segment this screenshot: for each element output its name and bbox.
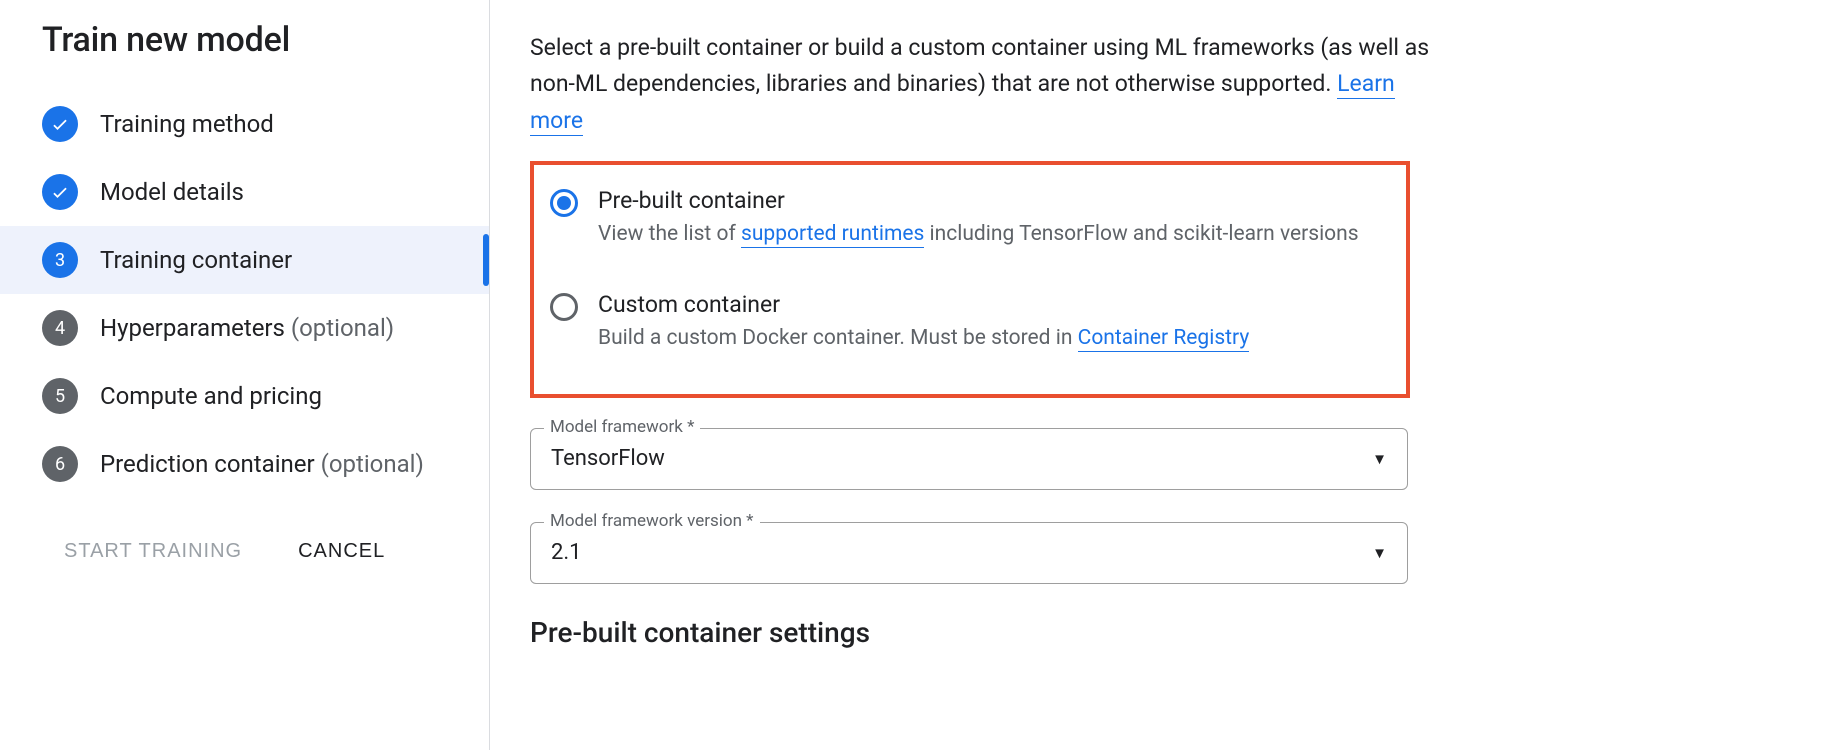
step-training-container[interactable]: 3 Training container: [0, 226, 489, 294]
container-type-group: Pre-built container View the list of sup…: [530, 161, 1410, 398]
supported-runtimes-link[interactable]: supported runtimes: [741, 222, 924, 248]
radio-help-pre: View the list of: [598, 222, 741, 246]
step-number-icon: 6: [42, 446, 78, 482]
select-value: TensorFlow: [551, 446, 665, 471]
step-label: Training method: [100, 110, 274, 138]
step-label: Model details: [100, 178, 244, 206]
step-label-text: Prediction container: [100, 450, 315, 478]
check-icon: [42, 174, 78, 210]
wizard-sidebar: Train new model Training method Model de…: [0, 0, 490, 750]
step-label: Hyperparameters (optional): [100, 314, 394, 342]
page-title: Train new model: [42, 20, 489, 60]
step-label: Compute and pricing: [100, 382, 322, 410]
step-optional-text: (optional): [321, 450, 424, 478]
select-value: 2.1: [551, 540, 582, 565]
step-number-icon: 3: [42, 242, 78, 278]
radio-icon[interactable]: [550, 293, 578, 321]
radio-label: Custom container: [598, 291, 1390, 318]
radio-help-pre: Build a custom Docker container. Must be…: [598, 326, 1078, 350]
model-framework-version-field: Model framework version * 2.1 ▼: [530, 522, 1408, 584]
model-framework-version-select[interactable]: 2.1 ▼: [530, 522, 1408, 584]
start-training-button[interactable]: START TRAINING: [60, 534, 246, 569]
radio-help-post: including TensorFlow and scikit-learn ve…: [924, 222, 1358, 246]
steps-list: Training method Model details 3 Training…: [42, 90, 489, 498]
radio-icon[interactable]: [550, 189, 578, 217]
chevron-down-icon: ▼: [1372, 450, 1387, 468]
settings-heading: Pre-built container settings: [530, 616, 1796, 649]
step-label: Prediction container (optional): [100, 450, 424, 478]
description-text: Select a pre-built container or build a …: [530, 30, 1430, 139]
container-registry-link[interactable]: Container Registry: [1078, 326, 1250, 352]
radio-help: View the list of supported runtimes incl…: [598, 220, 1390, 249]
radio-label: Pre-built container: [598, 187, 1390, 214]
radio-content: Custom container Build a custom Docker c…: [598, 291, 1390, 353]
step-number-icon: 4: [42, 310, 78, 346]
step-prediction-container[interactable]: 6 Prediction container (optional): [42, 430, 489, 498]
radio-prebuilt-container[interactable]: Pre-built container View the list of sup…: [550, 183, 1390, 263]
step-hyperparameters[interactable]: 4 Hyperparameters (optional): [42, 294, 489, 362]
step-training-method[interactable]: Training method: [42, 90, 489, 158]
sidebar-actions: START TRAINING CANCEL: [42, 534, 489, 569]
step-number-icon: 5: [42, 378, 78, 414]
check-icon: [42, 106, 78, 142]
model-framework-field: Model framework * TensorFlow ▼: [530, 428, 1408, 490]
radio-content: Pre-built container View the list of sup…: [598, 187, 1390, 249]
radio-help: Build a custom Docker container. Must be…: [598, 324, 1390, 353]
step-label-text: Hyperparameters: [100, 314, 285, 342]
step-optional-text: (optional): [291, 314, 394, 342]
step-compute-pricing[interactable]: 5 Compute and pricing: [42, 362, 489, 430]
main-content: Select a pre-built container or build a …: [490, 0, 1836, 750]
description-body: Select a pre-built container or build a …: [530, 34, 1429, 97]
step-model-details[interactable]: Model details: [42, 158, 489, 226]
chevron-down-icon: ▼: [1372, 544, 1387, 562]
field-legend: Model framework version *: [544, 511, 760, 531]
cancel-button[interactable]: CANCEL: [294, 534, 389, 569]
model-framework-select[interactable]: TensorFlow ▼: [530, 428, 1408, 490]
radio-custom-container[interactable]: Custom container Build a custom Docker c…: [550, 287, 1390, 367]
step-label: Training container: [100, 246, 292, 274]
field-legend: Model framework *: [544, 417, 700, 437]
